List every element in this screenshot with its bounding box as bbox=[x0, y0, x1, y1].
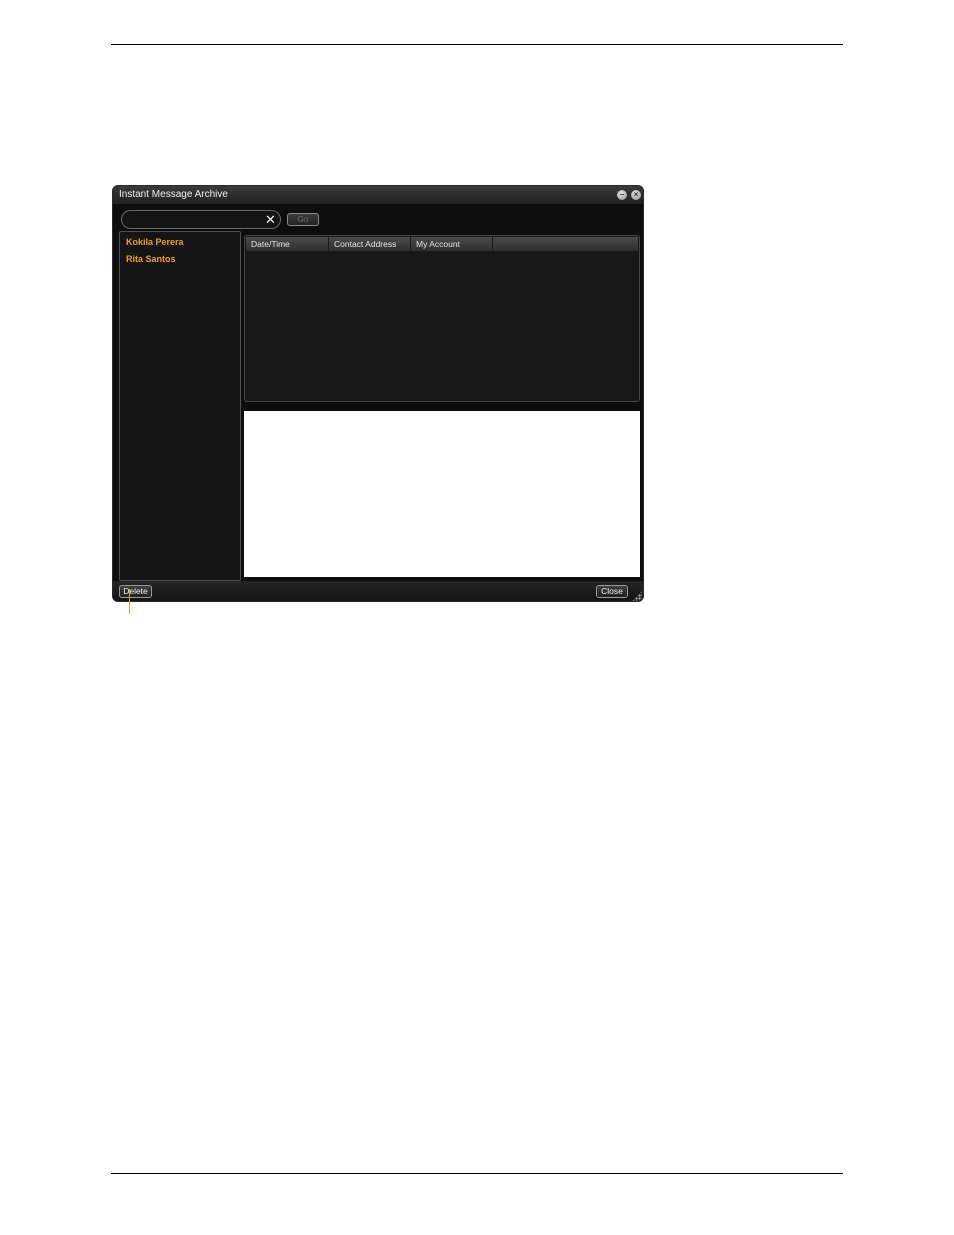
title-bar[interactable]: Instant Message Archive – × bbox=[113, 186, 643, 204]
column-header-date-time[interactable]: Date/Time bbox=[246, 237, 329, 251]
column-header-contact-address[interactable]: Contact Address bbox=[329, 237, 411, 251]
page-top-rule bbox=[111, 44, 843, 45]
im-archive-window: Instant Message Archive – × ✕ Go Kokila … bbox=[112, 185, 644, 602]
page-bottom-rule bbox=[111, 1173, 843, 1174]
search-input[interactable] bbox=[130, 213, 264, 228]
search-box: ✕ bbox=[121, 210, 281, 229]
close-icon[interactable]: × bbox=[631, 190, 641, 200]
window-title: Instant Message Archive bbox=[119, 189, 228, 200]
clear-search-icon[interactable]: ✕ bbox=[265, 212, 276, 227]
table-header: Date/Time Contact Address My Account bbox=[246, 237, 638, 251]
contact-list: Kokila Perera Rita Santos bbox=[119, 231, 241, 581]
go-button[interactable]: Go bbox=[287, 213, 319, 226]
contact-item[interactable]: Rita Santos bbox=[126, 254, 176, 264]
contact-item[interactable]: Kokila Perera bbox=[126, 237, 184, 247]
message-view-pane[interactable] bbox=[244, 411, 640, 577]
delete-button[interactable]: Delete bbox=[119, 585, 152, 598]
column-header-my-account[interactable]: My Account bbox=[411, 237, 493, 251]
footer-bar: Delete Close bbox=[113, 581, 643, 601]
resize-grip-icon[interactable] bbox=[632, 591, 642, 601]
callout-line bbox=[129, 589, 130, 614]
minimize-icon[interactable]: – bbox=[617, 190, 627, 200]
message-list-table: Date/Time Contact Address My Account bbox=[244, 235, 640, 402]
close-button[interactable]: Close bbox=[596, 585, 628, 598]
